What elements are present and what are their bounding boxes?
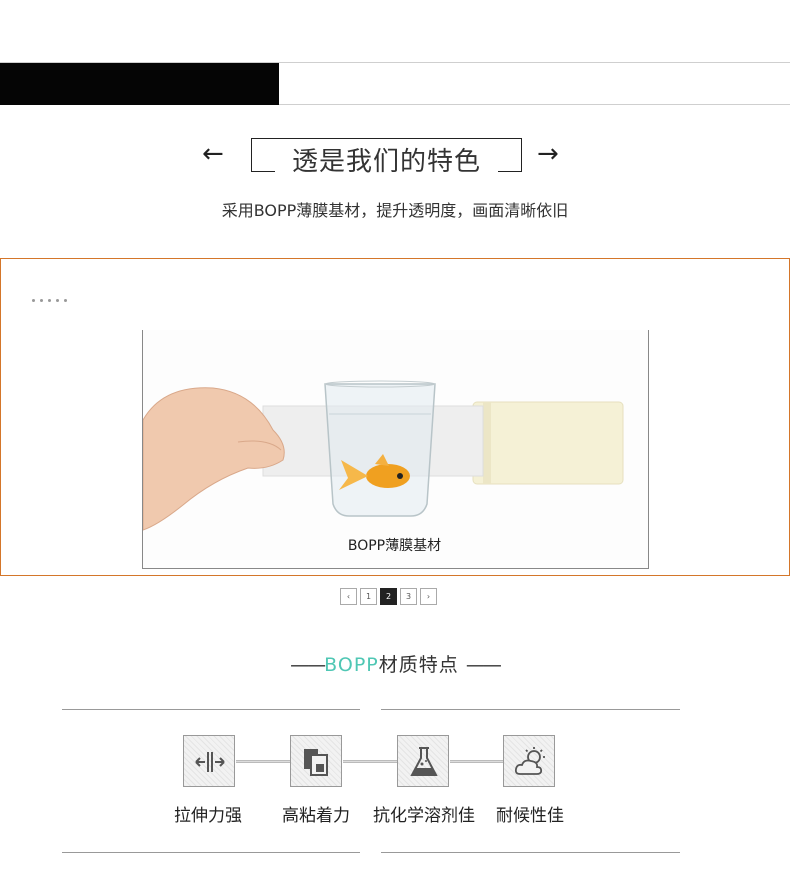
divider-line [62, 709, 360, 710]
section-title: 透是我们的特色 [291, 147, 481, 177]
section-subtitle: 采用BOPP薄膜基材，提升透明度，画面清晰依旧 [221, 201, 569, 220]
weather-sun-cloud-icon [503, 735, 555, 787]
divider-line [62, 852, 360, 853]
product-photo [142, 330, 649, 569]
features-title: ——BOPP材质特点 —— [290, 654, 502, 676]
feature-label-chemical-resistance: 抗化学溶剂佳 [373, 806, 475, 826]
page-3-button[interactable]: 3 [400, 588, 417, 605]
connector-bar [450, 760, 503, 763]
slider-pagination: ‹ 1 2 3 › [340, 588, 437, 605]
stretch-arrows-icon [183, 735, 235, 787]
top-black-banner [0, 63, 279, 105]
page-1-button[interactable]: 1 [360, 588, 377, 605]
photo-caption: BOPP薄膜基材 [347, 538, 442, 554]
top-divider-line-lower [279, 104, 790, 105]
divider-line [381, 852, 680, 853]
connector-bar [343, 760, 397, 763]
divider-line [381, 709, 680, 710]
loading-dots [32, 287, 72, 306]
next-page-button[interactable]: › [420, 588, 437, 605]
feature-label-tensile: 拉伸力强 [174, 806, 242, 826]
feature-label-weather-resistance: 耐候性佳 [496, 806, 564, 826]
feature-label-adhesion: 高粘着力 [282, 806, 350, 826]
chemistry-flask-icon [397, 735, 449, 787]
page-2-button[interactable]: 2 [380, 588, 397, 605]
features-title-accent: BOPP [324, 654, 379, 676]
adhesive-sheets-icon [290, 735, 342, 787]
arrow-right-icon: → [537, 139, 559, 169]
arrow-left-icon: ← [202, 139, 224, 169]
connector-bar [236, 760, 290, 763]
prev-page-button[interactable]: ‹ [340, 588, 357, 605]
